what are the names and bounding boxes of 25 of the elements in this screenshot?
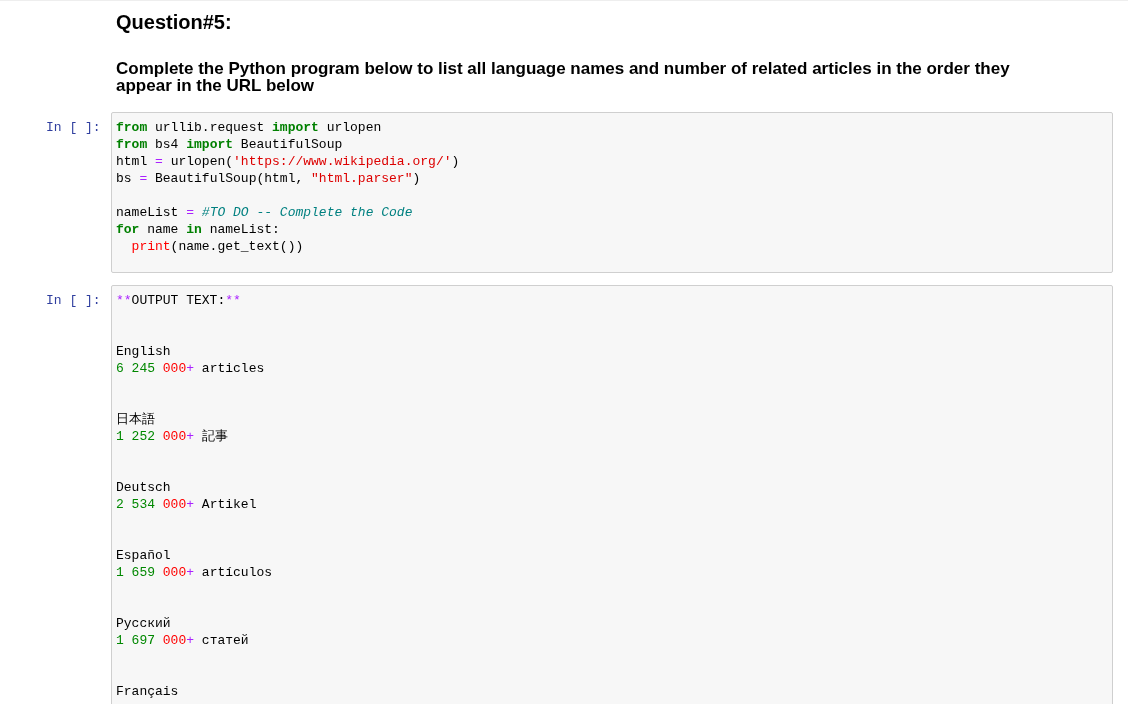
- code-line: English: [116, 343, 172, 360]
- code-line: 6 245 000+ articles: [116, 360, 266, 377]
- code-line: bs = BeautifulSoup(html, "html.parser"): [116, 170, 422, 187]
- code-line: Русский: [116, 615, 172, 632]
- code-line: **OUTPUT TEXT:**: [116, 292, 242, 309]
- cell-prompt: In [ ]:: [45, 292, 102, 309]
- question-instructions: Complete the Python program below to list all language names and number of related articles in the order they appear in the URL below: [116, 60, 1011, 94]
- code-line: Español: [116, 547, 172, 564]
- code-line: Deutsch: [116, 479, 172, 496]
- code-cell[interactable]: **OUTPUT TEXT:** English 6 245 000+ articles 日本語 1 252 000+ 記事 Deutsch 2 534 000+ Artikel Español 1 659 000+ artículos Русский 1 697 000+ статей Français: [111, 285, 1113, 704]
- code-line: print(name.get_text()): [130, 238, 305, 255]
- code-line: for name in nameList:: [116, 221, 281, 238]
- code-line: nameList = #TO DO -- Complete the Code: [116, 204, 414, 221]
- code-line: Français: [116, 683, 180, 700]
- question-title: Question#5:: [116, 10, 233, 35]
- code-cell[interactable]: [111, 112, 1113, 273]
- code-line: from bs4 import BeautifulSoup: [116, 136, 344, 153]
- code-line: 1 697 000+ статей: [116, 632, 250, 649]
- code-line: 2 534 000+ Artikel: [116, 496, 258, 513]
- code-line: 1 252 000+ 記事: [116, 428, 229, 445]
- code-line: 日本語: [116, 411, 156, 428]
- code-line: html = urlopen('https://www.wikipedia.org/'): [116, 153, 461, 170]
- code-line: from urllib.request import urlopen: [116, 119, 383, 136]
- code-line: 1 659 000+ artículos: [116, 564, 274, 581]
- cell-prompt: In [ ]:: [45, 119, 102, 136]
